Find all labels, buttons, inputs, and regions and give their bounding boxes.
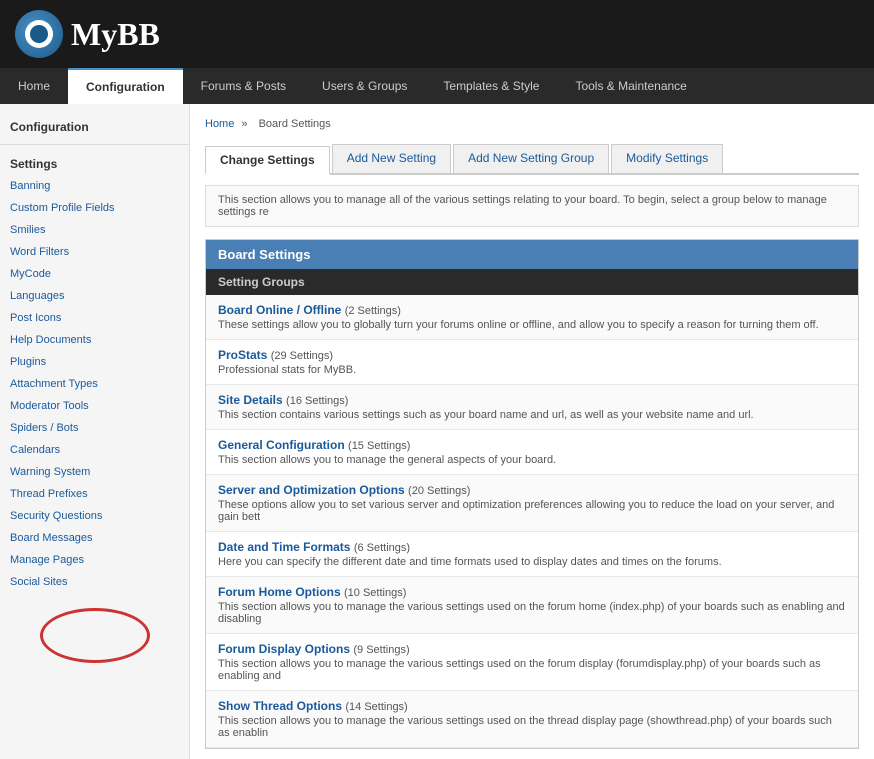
tab-modify-settings[interactable]: Modify Settings xyxy=(611,144,723,173)
nav: Home Configuration Forums & Posts Users … xyxy=(0,68,874,104)
settings-desc-general-configuration: This section allows you to manage the ge… xyxy=(218,454,846,466)
sidebar-item-calendars[interactable]: Calendars xyxy=(0,439,189,461)
settings-title-prostats[interactable]: ProStats xyxy=(218,348,267,362)
sidebar-item-warning-system[interactable]: Warning System xyxy=(0,461,189,483)
sidebar-item-word-filters[interactable]: Word Filters xyxy=(0,241,189,263)
logo-text: MyBB xyxy=(71,16,160,53)
info-bar-text: This section allows you to manage all of… xyxy=(218,194,827,218)
settings-desc-show-thread-options: This section allows you to manage the va… xyxy=(218,715,846,739)
sidebar-divider xyxy=(0,144,189,145)
sidebar-item-social-sites[interactable]: Social Sites xyxy=(0,571,189,593)
sidebar-settings-heading: Settings xyxy=(0,149,189,175)
settings-desc-prostats: Professional stats for MyBB. xyxy=(218,364,846,376)
settings-row-prostats: ProStats (29 Settings) Professional stat… xyxy=(206,340,858,385)
header: MyBB xyxy=(0,0,874,68)
main-layout: Configuration Settings Banning Custom Pr… xyxy=(0,104,874,759)
settings-desc-forum-display-options: This section allows you to manage the va… xyxy=(218,658,846,682)
sidebar-item-plugins[interactable]: Plugins xyxy=(0,351,189,373)
settings-tabs: Change Settings Add New Setting Add New … xyxy=(205,144,859,175)
settings-title-date-time-formats[interactable]: Date and Time Formats xyxy=(218,540,350,554)
sidebar-item-help-documents[interactable]: Help Documents xyxy=(0,329,189,351)
nav-item-home[interactable]: Home xyxy=(0,68,68,104)
sidebar-item-post-icons[interactable]: Post Icons xyxy=(0,307,189,329)
settings-title-board-online-offline[interactable]: Board Online / Offline xyxy=(218,303,341,317)
settings-row-forum-display-options: Forum Display Options (9 Settings) This … xyxy=(206,634,858,691)
settings-count-forum-display-options: (9 Settings) xyxy=(353,644,409,656)
settings-title-forum-display-options[interactable]: Forum Display Options xyxy=(218,642,350,656)
settings-count-board-online-offline: (2 Settings) xyxy=(345,305,401,317)
sidebar-item-attachment-types[interactable]: Attachment Types xyxy=(0,373,189,395)
nav-item-tools-maintenance[interactable]: Tools & Maintenance xyxy=(557,68,704,104)
settings-row-forum-home-options: Forum Home Options (10 Settings) This se… xyxy=(206,577,858,634)
settings-count-prostats: (29 Settings) xyxy=(271,350,333,362)
nav-item-templates-style[interactable]: Templates & Style xyxy=(425,68,557,104)
settings-title-general-configuration[interactable]: General Configuration xyxy=(218,438,345,452)
settings-title-server-optimization[interactable]: Server and Optimization Options xyxy=(218,483,405,497)
sidebar-item-custom-profile-fields[interactable]: Custom Profile Fields xyxy=(0,197,189,219)
settings-desc-board-online-offline: These settings allow you to globally tur… xyxy=(218,319,846,331)
sidebar-item-moderator-tools[interactable]: Moderator Tools xyxy=(0,395,189,417)
settings-count-show-thread-options: (14 Settings) xyxy=(345,701,407,713)
tab-change-settings[interactable]: Change Settings xyxy=(205,146,330,175)
sidebar-item-mycode[interactable]: MyCode xyxy=(0,263,189,285)
settings-row-show-thread-options: Show Thread Options (14 Settings) This s… xyxy=(206,691,858,748)
settings-desc-site-details: This section contains various settings s… xyxy=(218,409,846,421)
settings-container: Board Settings Setting Groups Board Onli… xyxy=(205,239,859,749)
settings-desc-server-optimization: These options allow you to set various s… xyxy=(218,499,846,523)
settings-title-show-thread-options[interactable]: Show Thread Options xyxy=(218,699,342,713)
sidebar-item-board-messages[interactable]: Board Messages xyxy=(0,527,189,549)
logo-icon xyxy=(15,10,63,58)
settings-count-general-configuration: (15 Settings) xyxy=(348,440,410,452)
settings-row-general-configuration: General Configuration (15 Settings) This… xyxy=(206,430,858,475)
settings-title-site-details[interactable]: Site Details xyxy=(218,393,283,407)
settings-main-header: Board Settings xyxy=(206,240,858,269)
nav-item-forums-posts[interactable]: Forums & Posts xyxy=(183,68,304,104)
settings-count-site-details: (16 Settings) xyxy=(286,395,348,407)
sidebar-item-thread-prefixes[interactable]: Thread Prefixes xyxy=(0,483,189,505)
content-area: Home » Board Settings Change Settings Ad… xyxy=(190,104,874,759)
sidebar-item-languages[interactable]: Languages xyxy=(0,285,189,307)
settings-subheader: Setting Groups xyxy=(206,269,858,295)
settings-count-date-time-formats: (6 Settings) xyxy=(354,542,410,554)
settings-row-site-details: Site Details (16 Settings) This section … xyxy=(206,385,858,430)
nav-item-users-groups[interactable]: Users & Groups xyxy=(304,68,425,104)
sidebar-item-manage-pages[interactable]: Manage Pages xyxy=(0,549,189,571)
breadcrumb-current: Board Settings xyxy=(259,118,331,130)
tab-add-new-setting[interactable]: Add New Setting xyxy=(332,144,451,173)
settings-desc-date-time-formats: Here you can specify the different date … xyxy=(218,556,846,568)
settings-row-board-online-offline: Board Online / Offline (2 Settings) Thes… xyxy=(206,295,858,340)
nav-item-configuration[interactable]: Configuration xyxy=(68,68,183,104)
logo-area: MyBB xyxy=(15,10,160,58)
sidebar-item-banning[interactable]: Banning xyxy=(0,175,189,197)
sidebar-circle-decoration xyxy=(40,608,150,663)
settings-title-forum-home-options[interactable]: Forum Home Options xyxy=(218,585,341,599)
settings-count-server-optimization: (20 Settings) xyxy=(408,485,470,497)
settings-row-date-time-formats: Date and Time Formats (6 Settings) Here … xyxy=(206,532,858,577)
settings-count-forum-home-options: (10 Settings) xyxy=(344,587,406,599)
sidebar-item-security-questions[interactable]: Security Questions xyxy=(0,505,189,527)
info-bar: This section allows you to manage all of… xyxy=(205,185,859,227)
sidebar-item-smilies[interactable]: Smilies xyxy=(0,219,189,241)
breadcrumb-separator: » xyxy=(241,118,247,130)
sidebar-item-spiders-bots[interactable]: Spiders / Bots xyxy=(0,417,189,439)
sidebar-section-title: Configuration xyxy=(0,114,189,140)
breadcrumb: Home » Board Settings xyxy=(205,114,859,134)
settings-row-server-optimization: Server and Optimization Options (20 Sett… xyxy=(206,475,858,532)
settings-desc-forum-home-options: This section allows you to manage the va… xyxy=(218,601,846,625)
tab-add-new-setting-group[interactable]: Add New Setting Group xyxy=(453,144,609,173)
sidebar: Configuration Settings Banning Custom Pr… xyxy=(0,104,190,759)
breadcrumb-home[interactable]: Home xyxy=(205,118,234,130)
